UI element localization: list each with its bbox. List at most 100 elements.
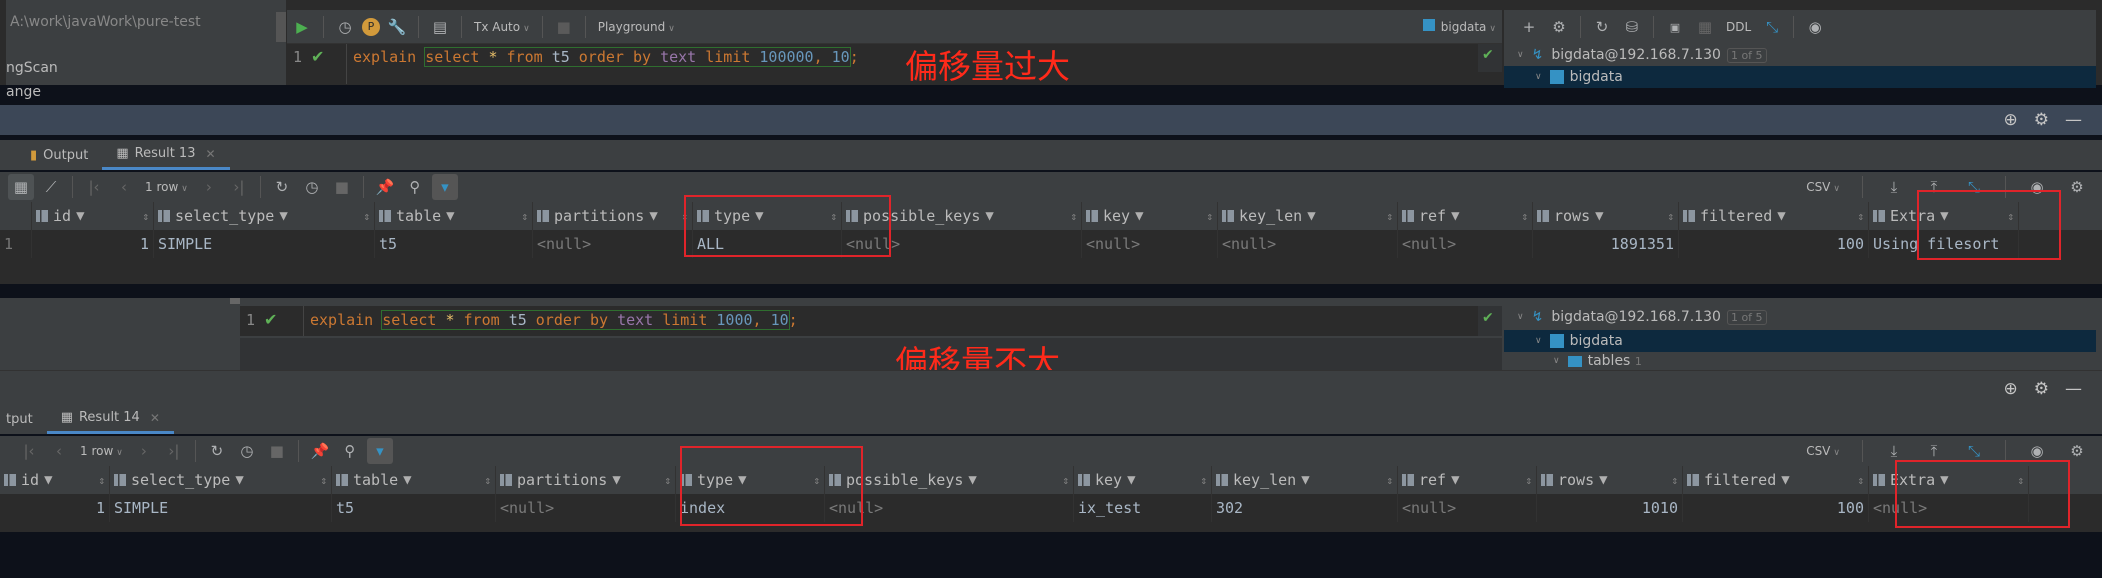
tab-output[interactable]: tput (0, 404, 47, 434)
cell-id[interactable]: 1 (32, 230, 154, 258)
settings-gear-icon[interactable]: ⚙ (2034, 379, 2049, 399)
stop-icon[interactable]: ■ (329, 174, 355, 200)
filter-funnel-icon[interactable]: ▼ (1307, 208, 1315, 224)
filter-icon[interactable]: ▾ (431, 174, 458, 200)
tab-output[interactable]: ▮ Output (16, 140, 102, 170)
filter-funnel-icon[interactable]: ▼ (1599, 472, 1607, 488)
chart-view-icon[interactable]: ⟋ (38, 174, 64, 200)
chevron-down-icon[interactable]: ∨ (1535, 72, 1542, 82)
tree-connection[interactable]: ∨ ↯ bigdata@192.168.7.130 1 of 5 (1504, 44, 2096, 66)
history-icon[interactable]: ◷ (332, 14, 358, 40)
prev-page-icon[interactable]: ‹ (111, 174, 137, 200)
tree-folder-tables[interactable]: ∨ tables 1 (1504, 352, 2096, 370)
first-page-icon[interactable]: |‹ (16, 438, 42, 464)
sort-icon[interactable]: ⇕ (1857, 210, 1864, 223)
pin-icon[interactable]: 📌 (372, 174, 398, 200)
cell-key_len[interactable]: <null> (1218, 230, 1398, 258)
column-header-select_type[interactable]: select_type ▼ ⇕ (154, 202, 375, 230)
filter-funnel-icon[interactable]: ▼ (1451, 472, 1459, 488)
column-header-rows[interactable]: rows ▼ ⇕ (1533, 202, 1679, 230)
table-view-icon[interactable]: ▤ (427, 14, 453, 40)
sort-icon[interactable]: ⇕ (484, 474, 491, 487)
filter-funnel-icon[interactable]: ▼ (446, 208, 454, 224)
column-header-rows[interactable]: rows ▼ ⇕ (1537, 466, 1683, 494)
download-icon[interactable]: ⤓ (1881, 174, 1907, 200)
minimize-icon[interactable]: — (2065, 110, 2082, 130)
sort-icon[interactable]: ⇕ (1386, 474, 1393, 487)
filter-funnel-icon[interactable]: ▼ (1451, 208, 1459, 224)
tab-result[interactable]: ▦ Result 13 ✕ (102, 140, 230, 170)
row-count-dropdown[interactable]: 1 row ∨ (139, 180, 194, 194)
cell-table[interactable]: t5 (332, 494, 496, 522)
sort-icon[interactable]: ⇕ (1206, 210, 1213, 223)
sort-icon[interactable]: ⇕ (1857, 474, 1864, 487)
add-icon[interactable]: + (1516, 14, 1542, 40)
filter-funnel-icon[interactable]: ▼ (403, 472, 411, 488)
sort-icon[interactable]: ⇕ (1200, 474, 1207, 487)
filter-funnel-icon[interactable]: ▼ (44, 472, 52, 488)
cell-partitions[interactable]: <null> (533, 230, 693, 258)
db-disconnect-icon[interactable]: ⛁ (1619, 14, 1645, 40)
sort-icon[interactable]: ⇕ (363, 210, 370, 223)
sort-icon[interactable]: ⇕ (320, 474, 327, 487)
query-console-icon[interactable]: ▣ (1662, 14, 1688, 40)
datasource-dropdown[interactable]: bigdata ∨ (1417, 19, 1502, 34)
last-page-icon[interactable]: ›| (226, 174, 252, 200)
target-icon[interactable]: ⊕ (2004, 379, 2018, 399)
sort-icon[interactable]: ⇕ (142, 210, 149, 223)
column-header-table[interactable]: table ▼ ⇕ (375, 202, 533, 230)
filter-funnel-icon[interactable]: ▼ (76, 208, 84, 224)
cell-rows[interactable]: 1891351 (1533, 230, 1679, 258)
run-icon[interactable]: ▶ (289, 14, 315, 40)
target-icon[interactable]: ⊕ (2004, 110, 2018, 130)
pin-icon[interactable]: 📌 (307, 438, 333, 464)
cell-filtered[interactable]: 100 (1679, 230, 1869, 258)
project-item[interactable]: ngScan (6, 60, 58, 76)
sort-icon[interactable]: ⇕ (1667, 210, 1674, 223)
close-icon[interactable]: ✕ (150, 411, 160, 425)
column-header-key[interactable]: key ▼ ⇕ (1082, 202, 1218, 230)
scrollbar[interactable] (276, 12, 286, 42)
column-header-ref[interactable]: ref ▼ ⇕ (1398, 202, 1533, 230)
filter-funnel-icon[interactable]: ▼ (1595, 208, 1603, 224)
search-icon[interactable]: ⚲ (337, 438, 363, 464)
column-header-key_len[interactable]: key_len ▼ ⇕ (1212, 466, 1398, 494)
tx-mode-dropdown[interactable]: Tx Auto ∨ (468, 20, 536, 34)
next-page-icon[interactable]: › (196, 174, 222, 200)
cell-ref[interactable]: <null> (1398, 230, 1533, 258)
playground-dropdown[interactable]: Playground ∨ (592, 20, 681, 34)
column-header-id[interactable]: id ▼ ⇕ (0, 466, 110, 494)
view-options-icon[interactable]: ◉ (1802, 14, 1828, 40)
cell-key[interactable]: <null> (1082, 230, 1218, 258)
chevron-down-icon[interactable]: ∨ (1535, 336, 1542, 346)
column-header-partitions[interactable]: partitions ▼ ⇕ (533, 202, 693, 230)
cell-table[interactable]: t5 (375, 230, 533, 258)
next-page-icon[interactable]: › (131, 438, 157, 464)
chevron-down-icon[interactable]: ∨ (1553, 356, 1560, 366)
stop-icon[interactable]: ■ (551, 14, 577, 40)
column-header-id[interactable]: id ▼ ⇕ (32, 202, 154, 230)
refresh-icon[interactable]: ↻ (1589, 14, 1615, 40)
tab-result[interactable]: ▦ Result 14 ✕ (46, 404, 174, 434)
datasource-properties-icon[interactable]: ⚙ (1546, 14, 1572, 40)
sql-editor[interactable]: 1 ✔ explain select * from t5 order by te… (287, 44, 1502, 84)
filter-funnel-icon[interactable]: ▼ (612, 472, 620, 488)
column-header-filtered[interactable]: filtered ▼ ⇕ (1683, 466, 1869, 494)
first-page-icon[interactable]: |‹ (81, 174, 107, 200)
filter-funnel-icon[interactable]: ▼ (235, 472, 243, 488)
cell-filtered[interactable]: 100 (1683, 494, 1869, 522)
column-header-key[interactable]: key ▼ ⇕ (1074, 466, 1212, 494)
stop-icon[interactable]: ■ (264, 438, 290, 464)
filter-funnel-icon[interactable]: ▼ (1781, 472, 1789, 488)
row-count-dropdown[interactable]: 1 row ∨ (74, 444, 129, 458)
chevron-down-icon[interactable]: ∨ (1517, 50, 1524, 60)
cell-key_len[interactable]: 302 (1212, 494, 1398, 522)
chevron-down-icon[interactable]: ∨ (1517, 312, 1524, 322)
filter-funnel-icon[interactable]: ▼ (1127, 472, 1135, 488)
settings-gear-icon[interactable]: ⚙ (2034, 110, 2049, 130)
table-grid-icon[interactable]: ▦ (1692, 14, 1718, 40)
sort-icon[interactable]: ⇕ (1070, 210, 1077, 223)
cell-key[interactable]: ix_test (1074, 494, 1212, 522)
history-icon[interactable]: ◷ (299, 174, 325, 200)
column-header-ref[interactable]: ref ▼ ⇕ (1398, 466, 1537, 494)
